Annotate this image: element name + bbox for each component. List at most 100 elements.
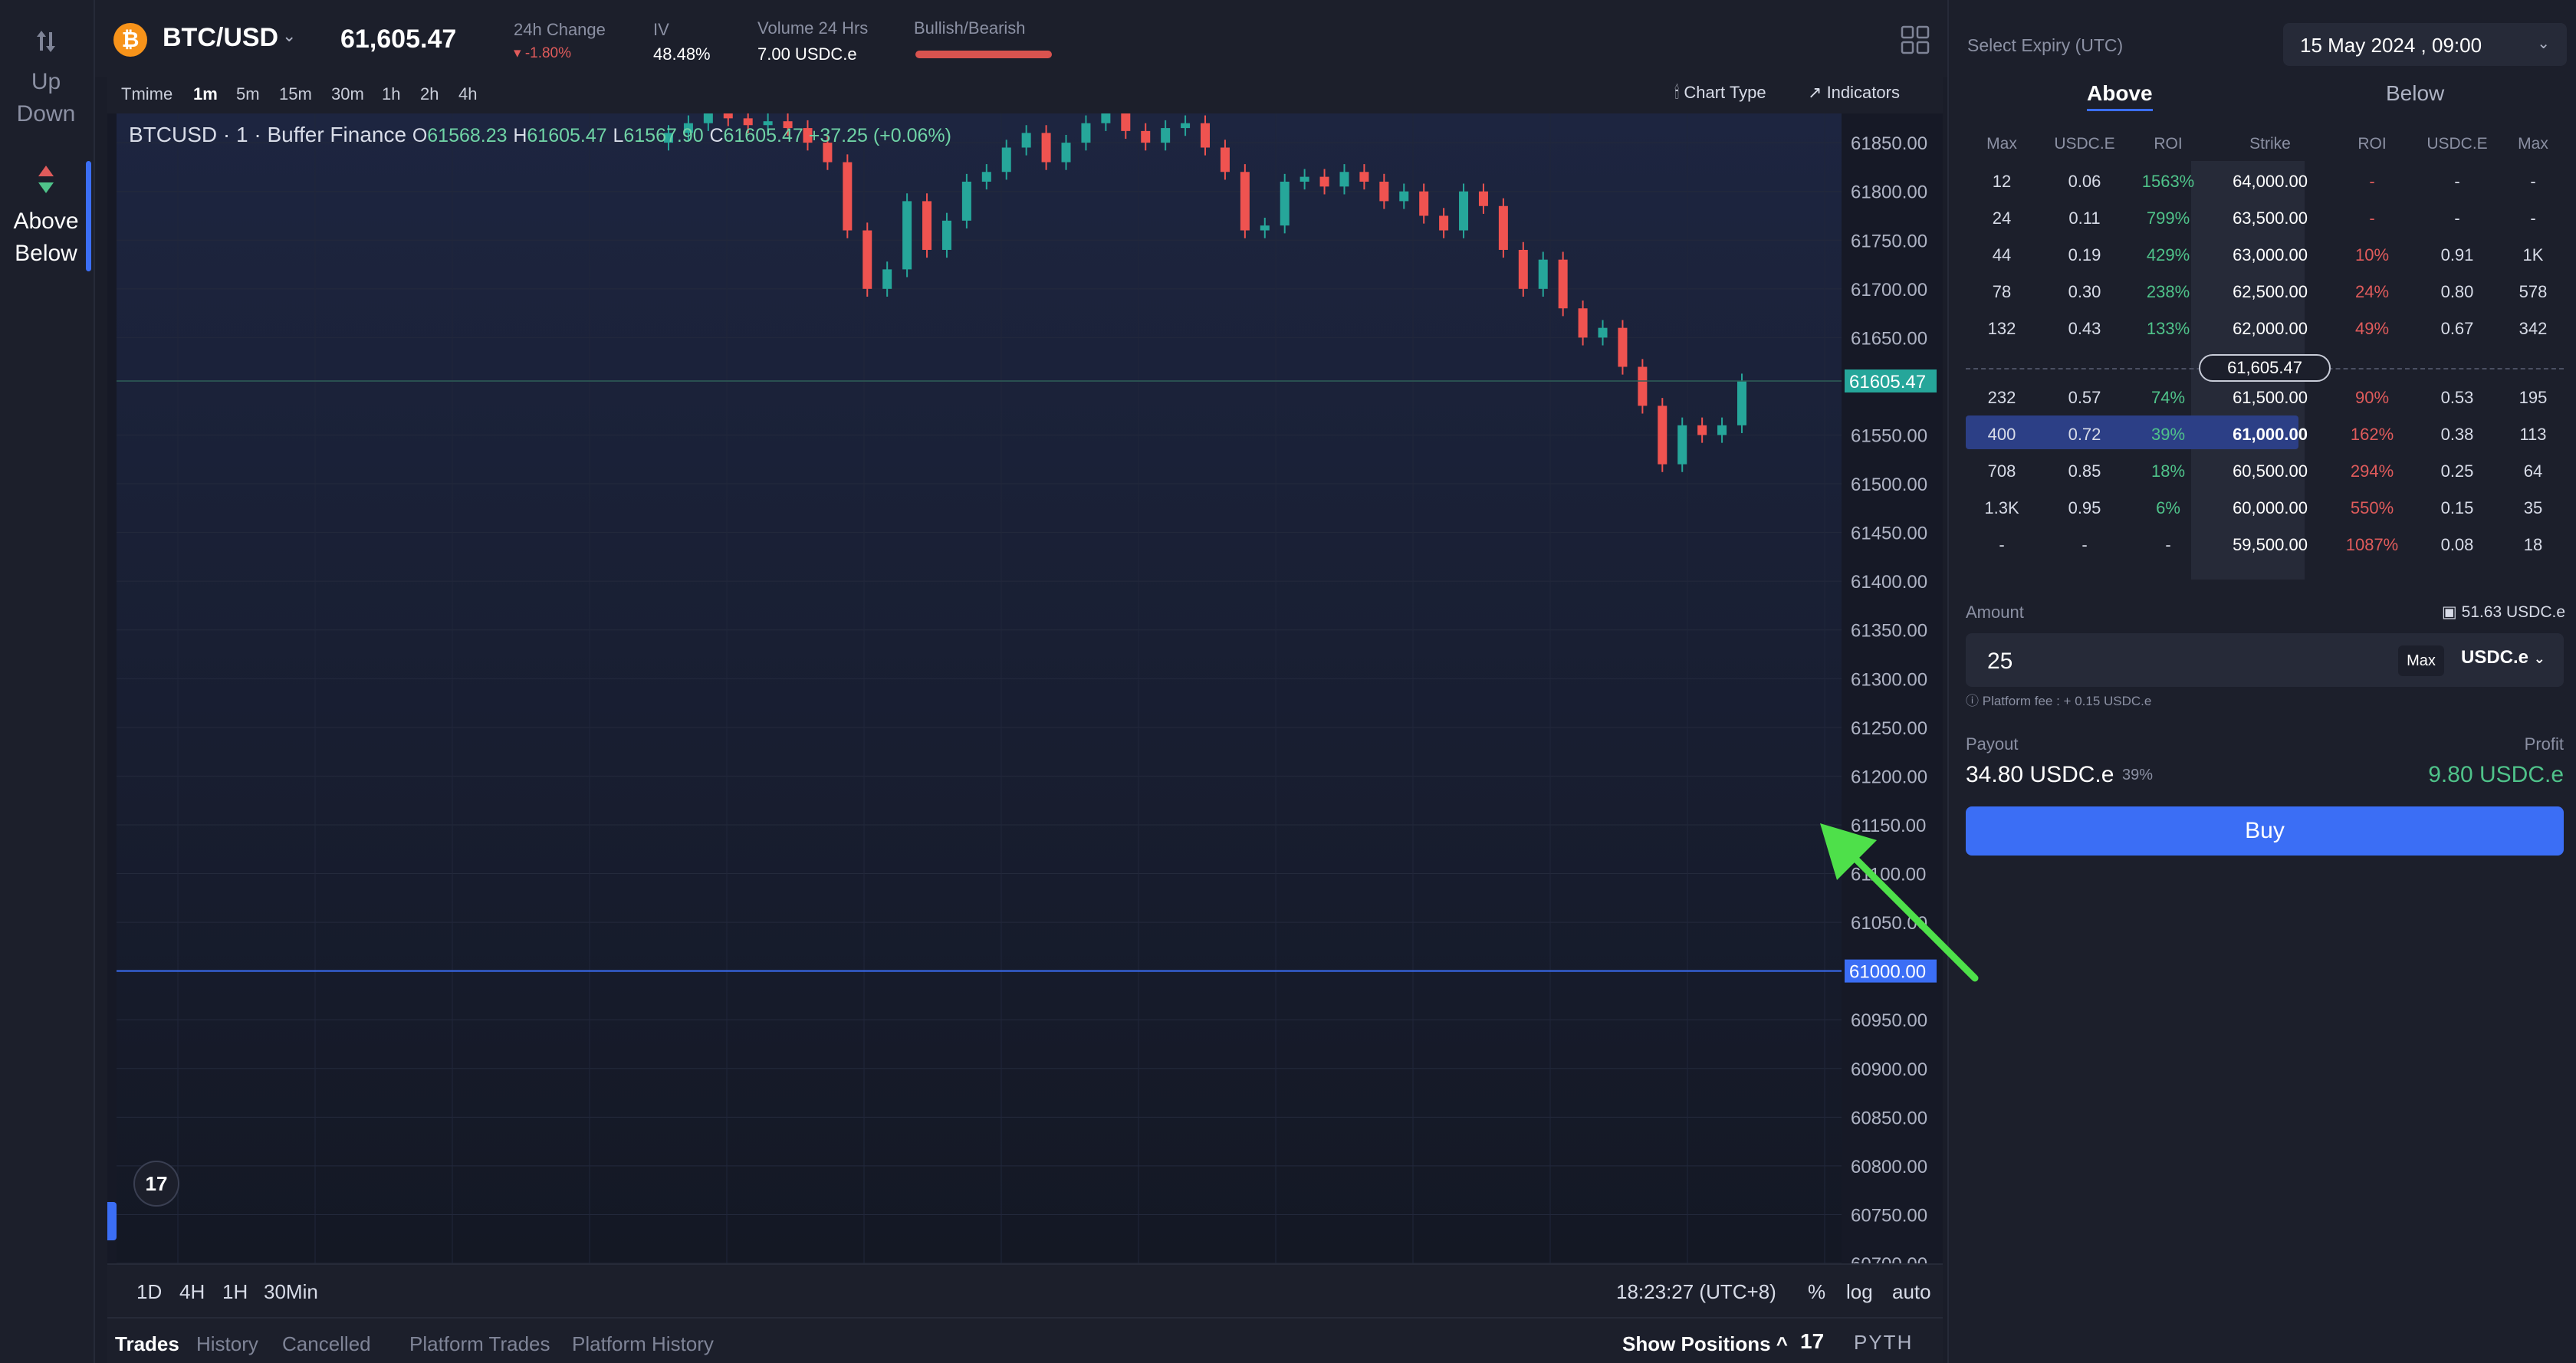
- candle-body: [1677, 425, 1687, 465]
- auto-scale-button[interactable]: auto: [1892, 1280, 1931, 1304]
- strike-row[interactable]: 24 0.11 799% 63,500.00 - - -: [1966, 199, 2564, 233]
- timeframe-15m[interactable]: 15m: [279, 84, 312, 104]
- candle-body: [1359, 172, 1369, 182]
- left-rail: Up Down Above Below: [0, 0, 95, 1363]
- tab-history[interactable]: History: [196, 1332, 258, 1356]
- strike-cell: 35: [2523, 498, 2543, 517]
- strike-row[interactable]: 708 0.85 18% 60,500.00 294% 0.25 64: [1966, 452, 2564, 486]
- show-positions-toggle[interactable]: Show Positions ^: [1622, 1332, 1788, 1356]
- y-tick-label: 61750.00: [1851, 231, 1927, 251]
- percent-scale-button[interactable]: %: [1808, 1280, 1825, 1304]
- strike-row[interactable]: 1.3K 0.95 6% 60,000.00 550% 0.15 35: [1966, 489, 2564, 523]
- strike-row[interactable]: 132 0.43 133% 62,000.00 49% 0.67 342: [1966, 310, 2564, 343]
- candle-body: [1558, 259, 1568, 309]
- tab-trades[interactable]: Trades: [115, 1332, 179, 1356]
- strike-row[interactable]: - - - 59,500.00 1087% 0.08 18: [1966, 526, 2564, 560]
- bullish-bearish-bar: [915, 51, 1052, 58]
- y-tick-label: 61350.00: [1851, 621, 1927, 642]
- layout-grid-icon[interactable]: [1900, 25, 1930, 55]
- tab-above[interactable]: Above: [2087, 81, 2153, 111]
- iv-value: 48.48%: [653, 44, 711, 64]
- iv-label: IV: [653, 20, 669, 39]
- tab-cancelled[interactable]: Cancelled: [282, 1332, 371, 1356]
- legend-symbol: BTCUSD · 1 · Buffer Finance: [129, 123, 407, 146]
- strike-row[interactable]: 78 0.30 238% 62,500.00 24% 0.80 578: [1966, 273, 2564, 307]
- collapse-handle[interactable]: [107, 1202, 117, 1240]
- col-header: ROI: [2154, 135, 2183, 153]
- y-tick-label: 61400.00: [1851, 572, 1927, 593]
- strike-cell: 0.67: [2440, 319, 2474, 338]
- indicators-label: Indicators: [1826, 83, 1900, 102]
- indicators-button[interactable]: ↗ Indicators: [1808, 83, 1900, 103]
- pair-selector[interactable]: BTC/USD: [163, 23, 278, 53]
- bitcoin-icon: ₿: [113, 23, 147, 57]
- price-chart[interactable]: 61850.00 61800.00 61750.00 61700.00 61650.00…: [117, 113, 1947, 1302]
- y-tick-label: 61300.00: [1851, 669, 1927, 690]
- timeframe-30m[interactable]: 30m: [331, 84, 364, 104]
- strike-cell: 78: [1992, 282, 2012, 301]
- timeframe-1h[interactable]: 1h: [382, 84, 400, 104]
- max-button[interactable]: Max: [2398, 645, 2444, 676]
- timeframe-1m[interactable]: 1m: [193, 84, 218, 104]
- rail-item-abovebelow[interactable]: Above Below: [0, 163, 92, 270]
- candle-body: [1399, 191, 1409, 202]
- candlestick-chart-svg[interactable]: 61850.00 61800.00 61750.00 61700.00 61650.00…: [117, 113, 1943, 1263]
- strike-cell: 62,000.00: [2233, 319, 2308, 338]
- candle-body: [1081, 123, 1091, 143]
- candle-body: [1041, 133, 1051, 163]
- rail-item-updown[interactable]: Up Down: [0, 23, 92, 130]
- strike-cell: 18: [2523, 535, 2543, 554]
- range-4h[interactable]: 4H: [179, 1280, 205, 1304]
- strike-cell: 39%: [2150, 425, 2186, 444]
- range-1h[interactable]: 1H: [222, 1280, 248, 1304]
- candle-body: [723, 113, 733, 119]
- range-30min[interactable]: 30Min: [264, 1280, 318, 1304]
- timeframe-2h[interactable]: 2h: [420, 84, 439, 104]
- bullish-bearish-label: Bullish/Bearish: [914, 18, 1026, 38]
- buy-button[interactable]: Buy: [1966, 806, 2564, 856]
- strike-row[interactable]: 44 0.19 429% 63,000.00 10% 0.91 1K: [1966, 236, 2564, 270]
- y-tick-label: 60700.00: [1851, 1254, 1927, 1263]
- strike-cell: 12: [1992, 172, 2012, 191]
- timeframe-4h[interactable]: 4h: [458, 84, 477, 104]
- strike-cell: 64: [2523, 461, 2543, 481]
- expiry-select[interactable]: 15 May 2024 , 09:00 ⌄: [2283, 23, 2567, 66]
- rail-active-indicator: [86, 161, 91, 271]
- indicators-icon: ↗: [1808, 83, 1822, 102]
- strike-cell: 63,500.00: [2233, 209, 2308, 228]
- timeframe-5m[interactable]: 5m: [236, 84, 260, 104]
- timeframe-label: Tmime: [121, 84, 173, 103]
- tab-platform-history[interactable]: Platform History: [572, 1332, 714, 1356]
- candle-body: [1578, 308, 1588, 338]
- log-scale-button[interactable]: log: [1846, 1280, 1873, 1304]
- tradingview-logo[interactable]: 17: [133, 1161, 179, 1207]
- legend-o-value: 61568.23: [427, 125, 508, 146]
- legend-c-value: 61605.47 +37.25 (+0.06%): [723, 125, 951, 146]
- strike-cell: 18%: [2150, 461, 2186, 481]
- strike-row[interactable]: 12 0.06 1563% 64,000.00 - - -: [1966, 163, 2564, 196]
- candle-body: [1439, 215, 1449, 231]
- strike-cell: 238%: [2146, 282, 2190, 301]
- strike-row[interactable]: 232 0.57 74% 61,500.00 90% 0.53 195: [1966, 379, 2564, 412]
- tab-platform-trades[interactable]: Platform Trades: [409, 1332, 550, 1356]
- strike-cell: 294%: [2350, 461, 2394, 481]
- strike-cell: 49%: [2354, 319, 2390, 338]
- tab-below[interactable]: Below: [2386, 81, 2444, 106]
- token-select[interactable]: USDC.e ⌄: [2461, 647, 2545, 668]
- amount-input[interactable]: 25 Max USDC.e ⌄: [1966, 633, 2564, 687]
- strike-cell: 0.30: [2068, 282, 2101, 301]
- amount-value[interactable]: 25: [1987, 649, 2013, 675]
- strike-row[interactable]: 400 0.72 39% 61,000.00 162% 0.38 113: [1966, 415, 2547, 449]
- y-tick-label: 61450.00: [1851, 524, 1927, 544]
- candles-icon: 🕯: [1674, 83, 1680, 102]
- strike-cell: -: [2454, 209, 2460, 228]
- chart-type-button[interactable]: 🕯 Chart Type: [1674, 83, 1766, 103]
- strike-cell: 400: [1987, 425, 2016, 444]
- volume-label: Volume 24 Hrs: [757, 18, 869, 38]
- candle-body: [863, 230, 872, 289]
- rail-label-above: Above: [13, 209, 79, 234]
- col-header: USDC.E: [2054, 135, 2115, 153]
- chevron-down-icon[interactable]: ⌄: [282, 26, 296, 46]
- range-1d[interactable]: 1D: [136, 1280, 162, 1304]
- up-down-arrows-icon: [37, 31, 55, 52]
